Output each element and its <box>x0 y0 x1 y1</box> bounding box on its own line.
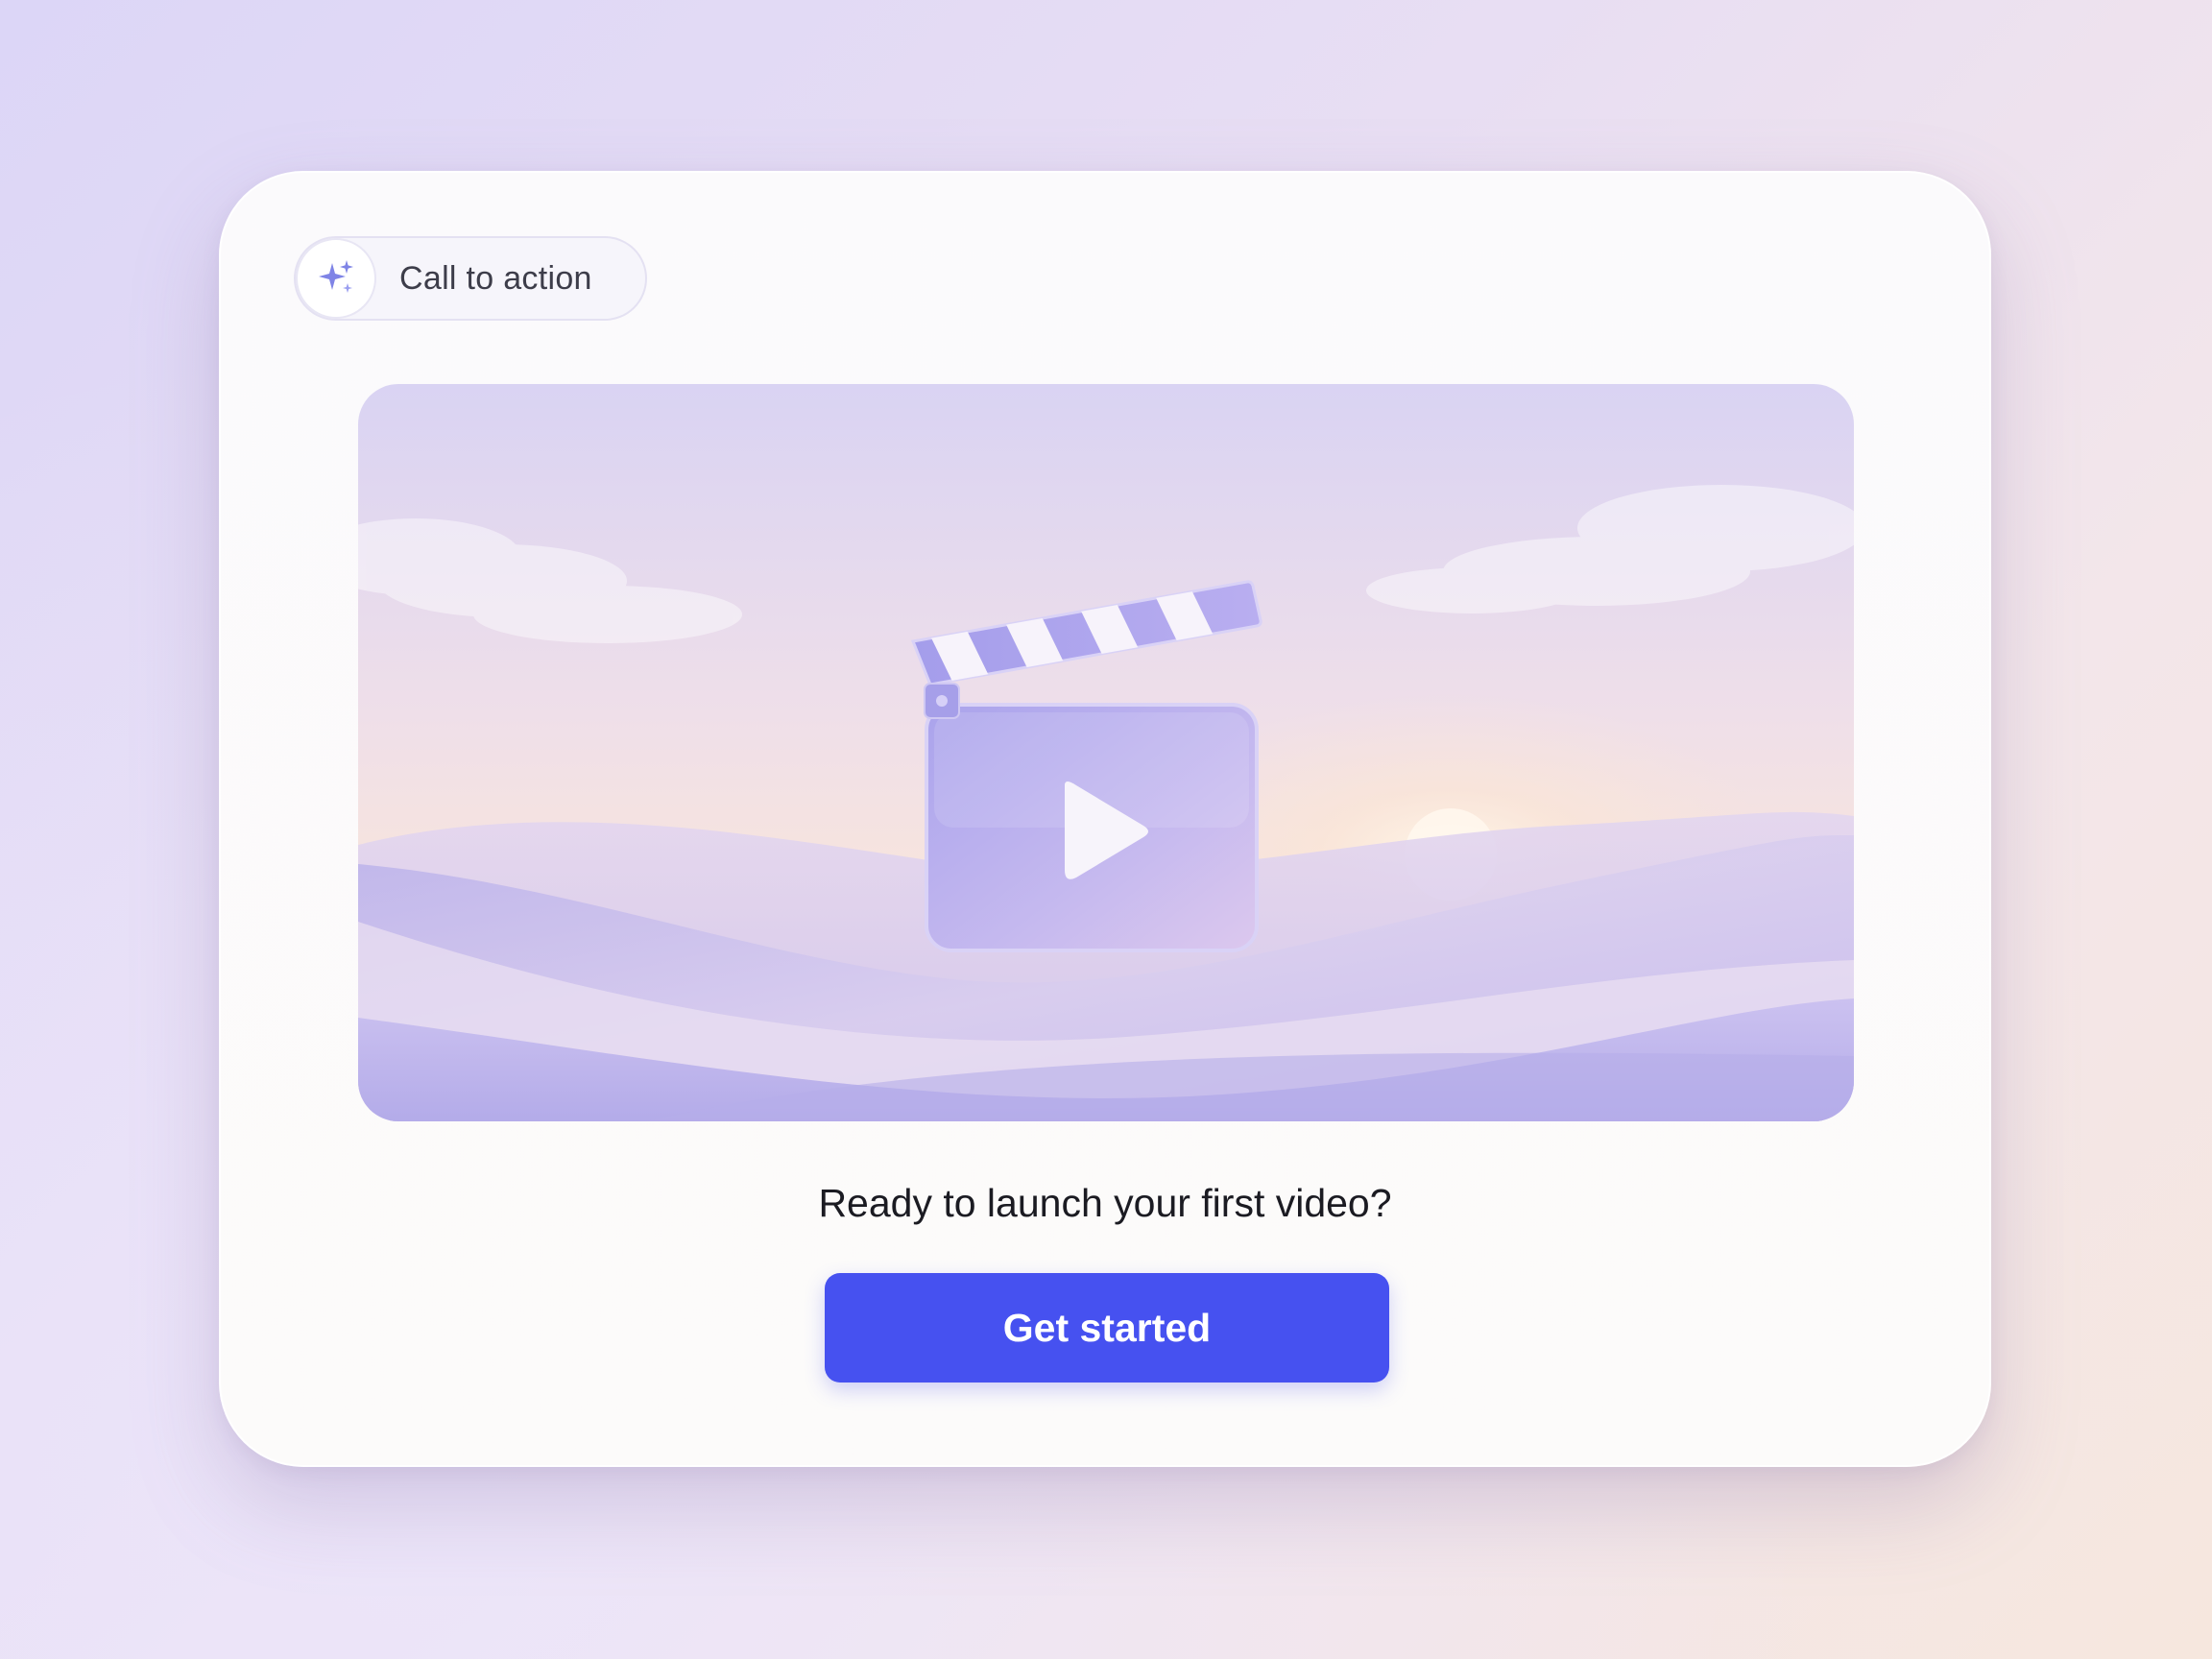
sparkles-icon <box>296 238 376 319</box>
get-started-button[interactable]: Get started <box>825 1273 1389 1382</box>
video-preview[interactable] <box>358 384 1854 1121</box>
cta-card: Call to action Ready to launch your firs… <box>219 171 1991 1467</box>
call-to-action-badge: Call to action <box>294 236 647 321</box>
clapperboard-play-icon <box>910 580 1262 952</box>
badge-label: Call to action <box>399 259 592 297</box>
headline: Ready to launch your first video? <box>818 1181 1392 1225</box>
